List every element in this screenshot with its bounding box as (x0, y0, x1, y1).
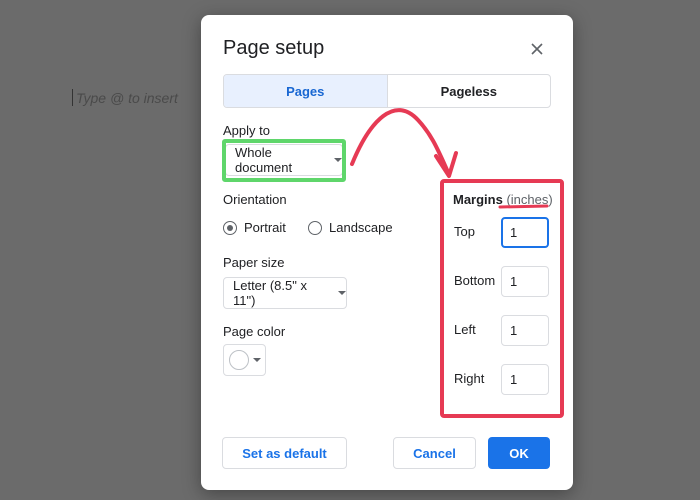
orientation-landscape[interactable]: Landscape (308, 220, 393, 235)
margin-right-label: Right (454, 371, 485, 386)
apply-to-value: Whole document (235, 145, 293, 175)
apply-to-dropdown[interactable]: Whole document (225, 144, 343, 176)
margins-label: Margins (453, 192, 503, 207)
close-button[interactable] (525, 37, 549, 61)
paper-size-label: Paper size (223, 255, 285, 270)
margin-right-input[interactable] (501, 364, 549, 395)
paper-size-value: Letter (8.5" x 11") (233, 278, 307, 308)
margin-bottom-input[interactable] (501, 266, 549, 297)
margin-top-label: Top (454, 224, 475, 239)
portrait-label: Portrait (244, 220, 286, 235)
margins-heading: Margins (inches) (453, 192, 553, 207)
paper-size-dropdown[interactable]: Letter (8.5" x 11") (223, 277, 347, 309)
set-as-default-button[interactable]: Set as default (222, 437, 347, 469)
page-color-picker[interactable] (223, 344, 266, 376)
margin-top-input[interactable] (501, 217, 549, 248)
dropdown-arrow-icon (334, 158, 342, 162)
close-icon (531, 43, 543, 55)
margin-left-input[interactable] (501, 315, 549, 346)
margin-bottom-label: Bottom (454, 273, 496, 288)
page-color-label: Page color (223, 324, 286, 339)
document-placeholder-text: Type @ to insert (76, 89, 178, 106)
dropdown-arrow-icon (253, 358, 261, 362)
margin-left-label: Left (454, 322, 476, 337)
document-placeholder: Type @ to insert (72, 89, 178, 106)
orientation-label: Orientation (223, 192, 287, 207)
radio-selected-icon (223, 220, 237, 235)
dialog-title: Page setup (223, 37, 325, 59)
color-swatch (229, 350, 249, 370)
landscape-label: Landscape (329, 220, 393, 235)
tab-pageless[interactable]: Pageless (388, 75, 551, 107)
cancel-button[interactable]: Cancel (393, 437, 476, 469)
ok-button[interactable]: OK (488, 437, 550, 469)
dropdown-arrow-icon (338, 291, 346, 295)
layout-tabs: Pages Pageless (223, 74, 551, 108)
radio-unselected-icon (308, 220, 322, 235)
margins-unit: (inches) (506, 192, 553, 207)
orientation-portrait[interactable]: Portrait (223, 220, 286, 235)
page-setup-dialog: Page setup Pages Pageless Apply to Whole… (201, 15, 573, 490)
tab-pages[interactable]: Pages (224, 75, 388, 107)
apply-to-label: Apply to (223, 123, 270, 138)
text-cursor (72, 89, 73, 106)
